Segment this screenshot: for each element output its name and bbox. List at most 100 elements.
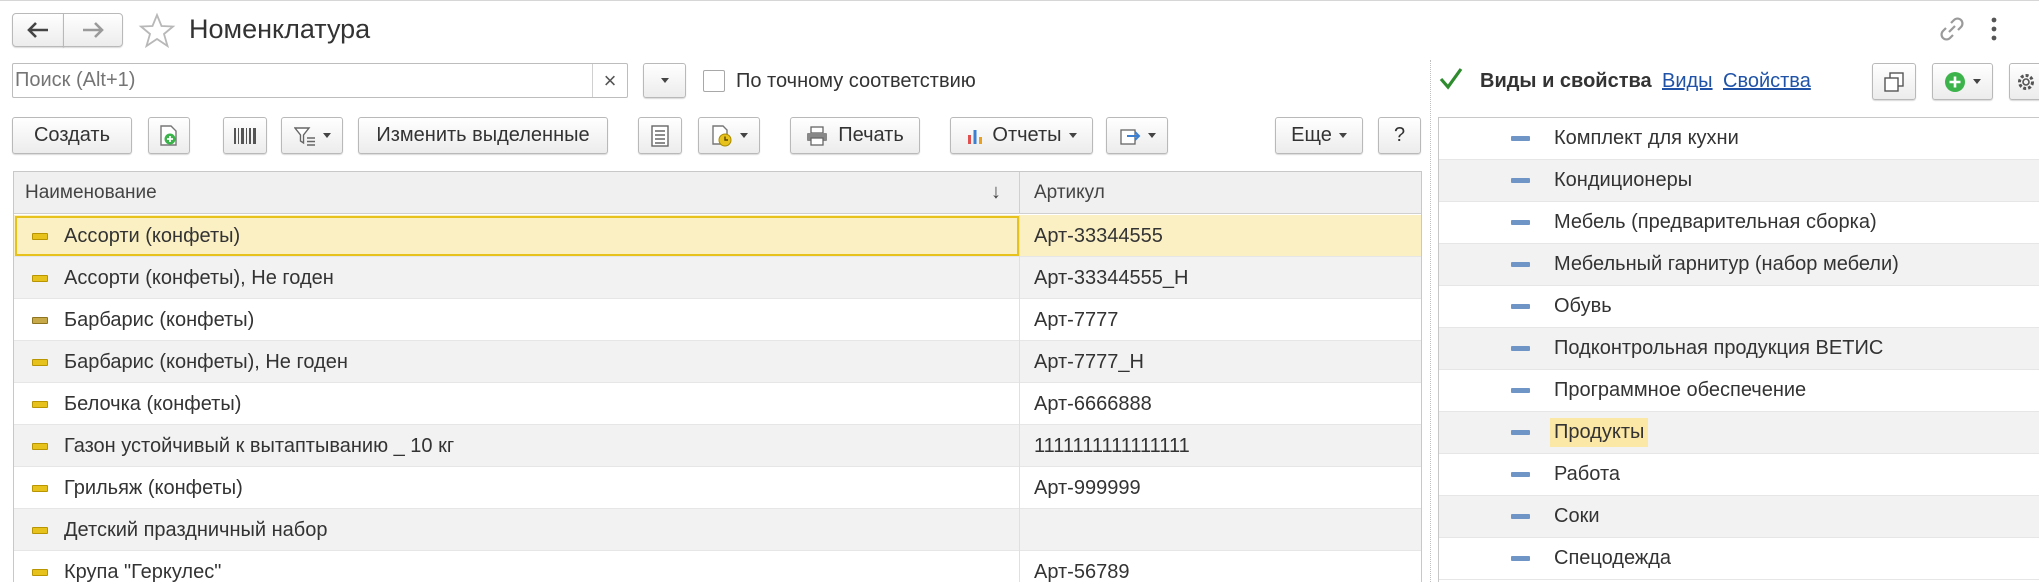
chart-icon — [968, 129, 983, 144]
list-item[interactable]: Подконтрольная продукция ВЕТИС — [1439, 328, 2039, 370]
add-button[interactable] — [1932, 63, 1993, 100]
change-selected-button[interactable]: Изменить выделенные — [358, 117, 608, 154]
item-article: Арт-33344555 — [1034, 224, 1163, 247]
help-button[interactable]: ? — [1378, 117, 1421, 154]
link-icon[interactable] — [1938, 15, 1966, 43]
kinds-link[interactable]: Виды — [1662, 70, 1713, 93]
more-vertical-icon[interactable] — [1988, 16, 2000, 42]
windows-button[interactable] — [1872, 63, 1916, 100]
back-button[interactable] — [12, 13, 64, 47]
dropdown-icon — [739, 133, 748, 138]
cell-name[interactable]: Грильяж (конфеты) — [14, 467, 1020, 509]
create-button[interactable]: Создать — [12, 117, 132, 154]
sort-down-icon[interactable]: ↓ — [991, 181, 1001, 204]
list-item-label: Соки — [1554, 505, 1600, 527]
list-item[interactable]: Обувь — [1439, 286, 2039, 328]
exact-match-checkbox[interactable] — [703, 70, 725, 92]
clear-icon: × — [603, 67, 617, 93]
cell-article[interactable]: Арт-33344555_Н — [1021, 257, 1421, 299]
item-icon — [32, 232, 48, 240]
list-item[interactable]: Комплект для кухни — [1439, 118, 2039, 160]
search-field[interactable]: × — [12, 63, 628, 98]
table-row[interactable]: Ассорти (конфеты) Арт-33344555 — [14, 215, 1421, 257]
page-title: Номенклатура — [189, 14, 371, 44]
item-name: Крупа "Геркулес" — [64, 560, 222, 582]
cell-name[interactable]: Ассорти (конфеты), Не годен — [14, 257, 1020, 299]
column-header-name[interactable]: Наименование ↓ — [14, 172, 1020, 214]
list-item[interactable]: Спецодежда — [1439, 538, 2039, 580]
item-type-icon — [1511, 388, 1530, 393]
list-item[interactable]: Кондиционеры — [1439, 160, 2039, 202]
cell-article[interactable]: Арт-7777 — [1021, 299, 1421, 341]
list-item[interactable]: Соки — [1439, 496, 2039, 538]
favorite-star-icon[interactable] — [138, 12, 176, 50]
item-name: Ассорти (конфеты) — [64, 224, 241, 247]
cell-name[interactable]: Ассорти (конфеты) — [14, 215, 1020, 257]
search-history-dropdown[interactable] — [643, 63, 686, 98]
documents-button[interactable] — [698, 117, 760, 154]
item-article: Арт-6666888 — [1034, 392, 1152, 415]
list-item[interactable]: Мебельный гарнитур (набор мебели) — [1439, 244, 2039, 286]
list-item[interactable]: Мебель (предварительная сборка) — [1439, 202, 2039, 244]
cell-name[interactable]: Газон устойчивый к вытаптыванию _ 10 кг — [14, 425, 1020, 467]
column-header-article[interactable]: Артикул — [1021, 172, 1421, 214]
filter-icon — [293, 126, 315, 146]
copy-item-button[interactable] — [148, 117, 190, 154]
cell-name[interactable]: Барбарис (конфеты) — [14, 299, 1020, 341]
item-type-icon — [1511, 430, 1530, 435]
table-row[interactable]: Крупа "Геркулес" Арт-56789 — [14, 551, 1421, 582]
list-item-label: Спецодежда — [1554, 547, 1672, 569]
dropdown-icon — [1068, 133, 1077, 138]
cell-name[interactable]: Детский праздничный набор — [14, 509, 1020, 551]
item-icon — [32, 568, 48, 576]
cell-article[interactable]: Арт-7777_Н — [1021, 341, 1421, 383]
check-icon — [1439, 68, 1463, 90]
cell-article[interactable]: Арт-6666888 — [1021, 383, 1421, 425]
cell-name[interactable]: Барбарис (конфеты), Не годен — [14, 341, 1020, 383]
item-type-icon — [1511, 304, 1530, 309]
table-row[interactable]: Грильяж (конфеты) Арт-999999 — [14, 467, 1421, 509]
item-icon — [32, 316, 48, 324]
cell-article[interactable]: Арт-33344555 — [1021, 215, 1421, 257]
cell-article[interactable]: Арт-56789 — [1021, 551, 1421, 582]
panel-checkbox[interactable] — [1438, 66, 1464, 92]
dropdown-icon — [1147, 133, 1156, 138]
table-row[interactable]: Барбарис (конфеты), Не годен Арт-7777_Н — [14, 341, 1421, 383]
table-row[interactable]: Ассорти (конфеты), Не годен Арт-33344555_… — [14, 257, 1421, 299]
properties-link[interactable]: Свойства — [1723, 70, 1811, 93]
cell-name[interactable]: Белочка (конфеты) — [14, 383, 1020, 425]
filter-button[interactable] — [281, 117, 343, 154]
cell-article[interactable] — [1021, 509, 1421, 551]
item-name: Детский праздничный набор — [64, 518, 328, 541]
list-item-label: Работа — [1554, 463, 1620, 485]
list-mode-button[interactable] — [638, 117, 682, 154]
reports-button[interactable]: Отчеты — [950, 117, 1093, 154]
table-row[interactable]: Газон устойчивый к вытаптыванию _ 10 кг 1… — [14, 425, 1421, 467]
table-row[interactable]: Барбарис (конфеты) Арт-7777 — [14, 299, 1421, 341]
forward-button[interactable] — [63, 13, 123, 47]
search-input[interactable] — [13, 64, 591, 97]
item-type-icon — [1511, 472, 1530, 477]
item-icon — [32, 442, 48, 450]
panel-splitter[interactable] — [1430, 60, 1431, 582]
item-type-icon — [1511, 220, 1530, 225]
settings-button[interactable] — [2009, 63, 2039, 100]
table-row[interactable]: Детский праздничный набор — [14, 509, 1421, 551]
print-button[interactable]: Печать — [790, 117, 920, 154]
list-item[interactable]: Работа — [1439, 454, 2039, 496]
cell-article[interactable]: 1111111111111111 — [1021, 425, 1421, 467]
cell-name[interactable]: Крупа "Геркулес" — [14, 551, 1020, 582]
more-button[interactable]: Еще — [1275, 117, 1363, 154]
list-item[interactable]: Программное обеспечение — [1439, 370, 2039, 412]
search-clear-button[interactable]: × — [592, 64, 627, 97]
list-item[interactable]: Продукты — [1439, 412, 2039, 454]
kinds-list[interactable]: Комплект для кухни Кондиционеры Мебель (пр… — [1438, 117, 2039, 582]
item-type-icon — [1511, 262, 1530, 267]
table-row[interactable]: Белочка (конфеты) Арт-6666888 — [14, 383, 1421, 425]
barcode-button[interactable] — [223, 117, 267, 154]
dropdown-icon — [660, 78, 669, 83]
nomenclature-grid[interactable]: Наименование ↓ Артикул Ассорти (конфеты)… — [13, 171, 1422, 582]
column-header-name-label: Наименование — [25, 182, 157, 203]
export-button[interactable] — [1106, 117, 1168, 154]
cell-article[interactable]: Арт-999999 — [1021, 467, 1421, 509]
